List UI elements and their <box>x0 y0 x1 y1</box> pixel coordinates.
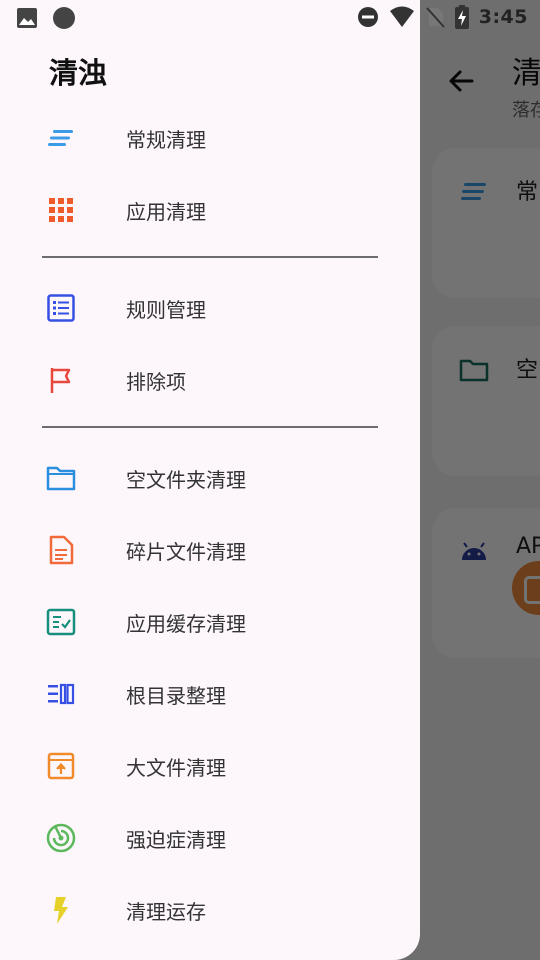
drawer-title: 清浊 <box>49 56 108 90</box>
menu-item-ocd-clean[interactable]: 强迫症清理 <box>18 808 402 868</box>
menu-item-label: 清理运存 <box>126 900 206 924</box>
menu-item-app-clean[interactable]: 应用清理 <box>18 180 402 240</box>
menu-item-app-cache-clean[interactable]: 应用缓存清理 <box>18 592 402 652</box>
folder-icon <box>46 466 76 491</box>
columns-icon <box>48 683 75 705</box>
menu-item-label: 常规清理 <box>126 128 206 152</box>
screen: 清 落存 常 空 AP <box>0 0 540 960</box>
image-icon <box>17 8 37 28</box>
grid-icon <box>49 198 73 222</box>
menu-item-label: 空文件夹清理 <box>126 468 246 492</box>
status-time: 3:45 <box>478 6 528 28</box>
menu-item-rule-management[interactable]: 规则管理 <box>18 278 402 338</box>
battery-charging-icon <box>454 5 469 29</box>
menu-item-label: 应用缓存清理 <box>126 612 246 636</box>
document-icon <box>49 535 74 565</box>
upload-box-icon <box>47 752 75 780</box>
menu-item-label: 根目录整理 <box>126 684 226 708</box>
menu-item-label: 强迫症清理 <box>126 828 226 852</box>
menu-item-label: 排除项 <box>126 370 186 394</box>
circle-icon <box>53 7 75 29</box>
status-bar: 3:45 <box>0 0 540 36</box>
menu-item-label: 规则管理 <box>126 298 206 322</box>
menu-item-exclusions[interactable]: 排除项 <box>18 350 402 410</box>
dnd-icon <box>357 7 378 27</box>
menu-item-large-file-clean[interactable]: 大文件清理 <box>18 736 402 796</box>
lines-icon <box>48 130 73 146</box>
menu-item-root-directory-organize[interactable]: 根目录整理 <box>18 664 402 724</box>
menu-item-label: 大文件清理 <box>126 756 226 780</box>
flag-icon <box>50 368 71 393</box>
navigation-drawer: 清浊 常规清理 应用清理 规则管理 排除项 空文件夹清理 碎片文件清理 应用缓存… <box>0 0 420 960</box>
menu-item-memory-clean[interactable]: 清理运存 <box>18 880 402 940</box>
menu-item-fragment-file-clean[interactable]: 碎片文件清理 <box>18 520 402 580</box>
wifi-icon <box>389 6 414 27</box>
no-sim-icon <box>425 7 445 28</box>
bolt-icon <box>54 897 68 924</box>
menu-divider <box>42 426 378 428</box>
menu-item-empty-folder-clean[interactable]: 空文件夹清理 <box>18 448 402 508</box>
menu-item-label: 应用清理 <box>126 200 206 224</box>
list-icon <box>47 294 75 322</box>
menu-item-general-clean[interactable]: 常规清理 <box>18 108 402 168</box>
menu-item-label: 碎片文件清理 <box>126 540 246 564</box>
menu-divider <box>42 256 378 258</box>
radar-icon <box>46 823 76 853</box>
checklist-icon <box>46 608 76 636</box>
